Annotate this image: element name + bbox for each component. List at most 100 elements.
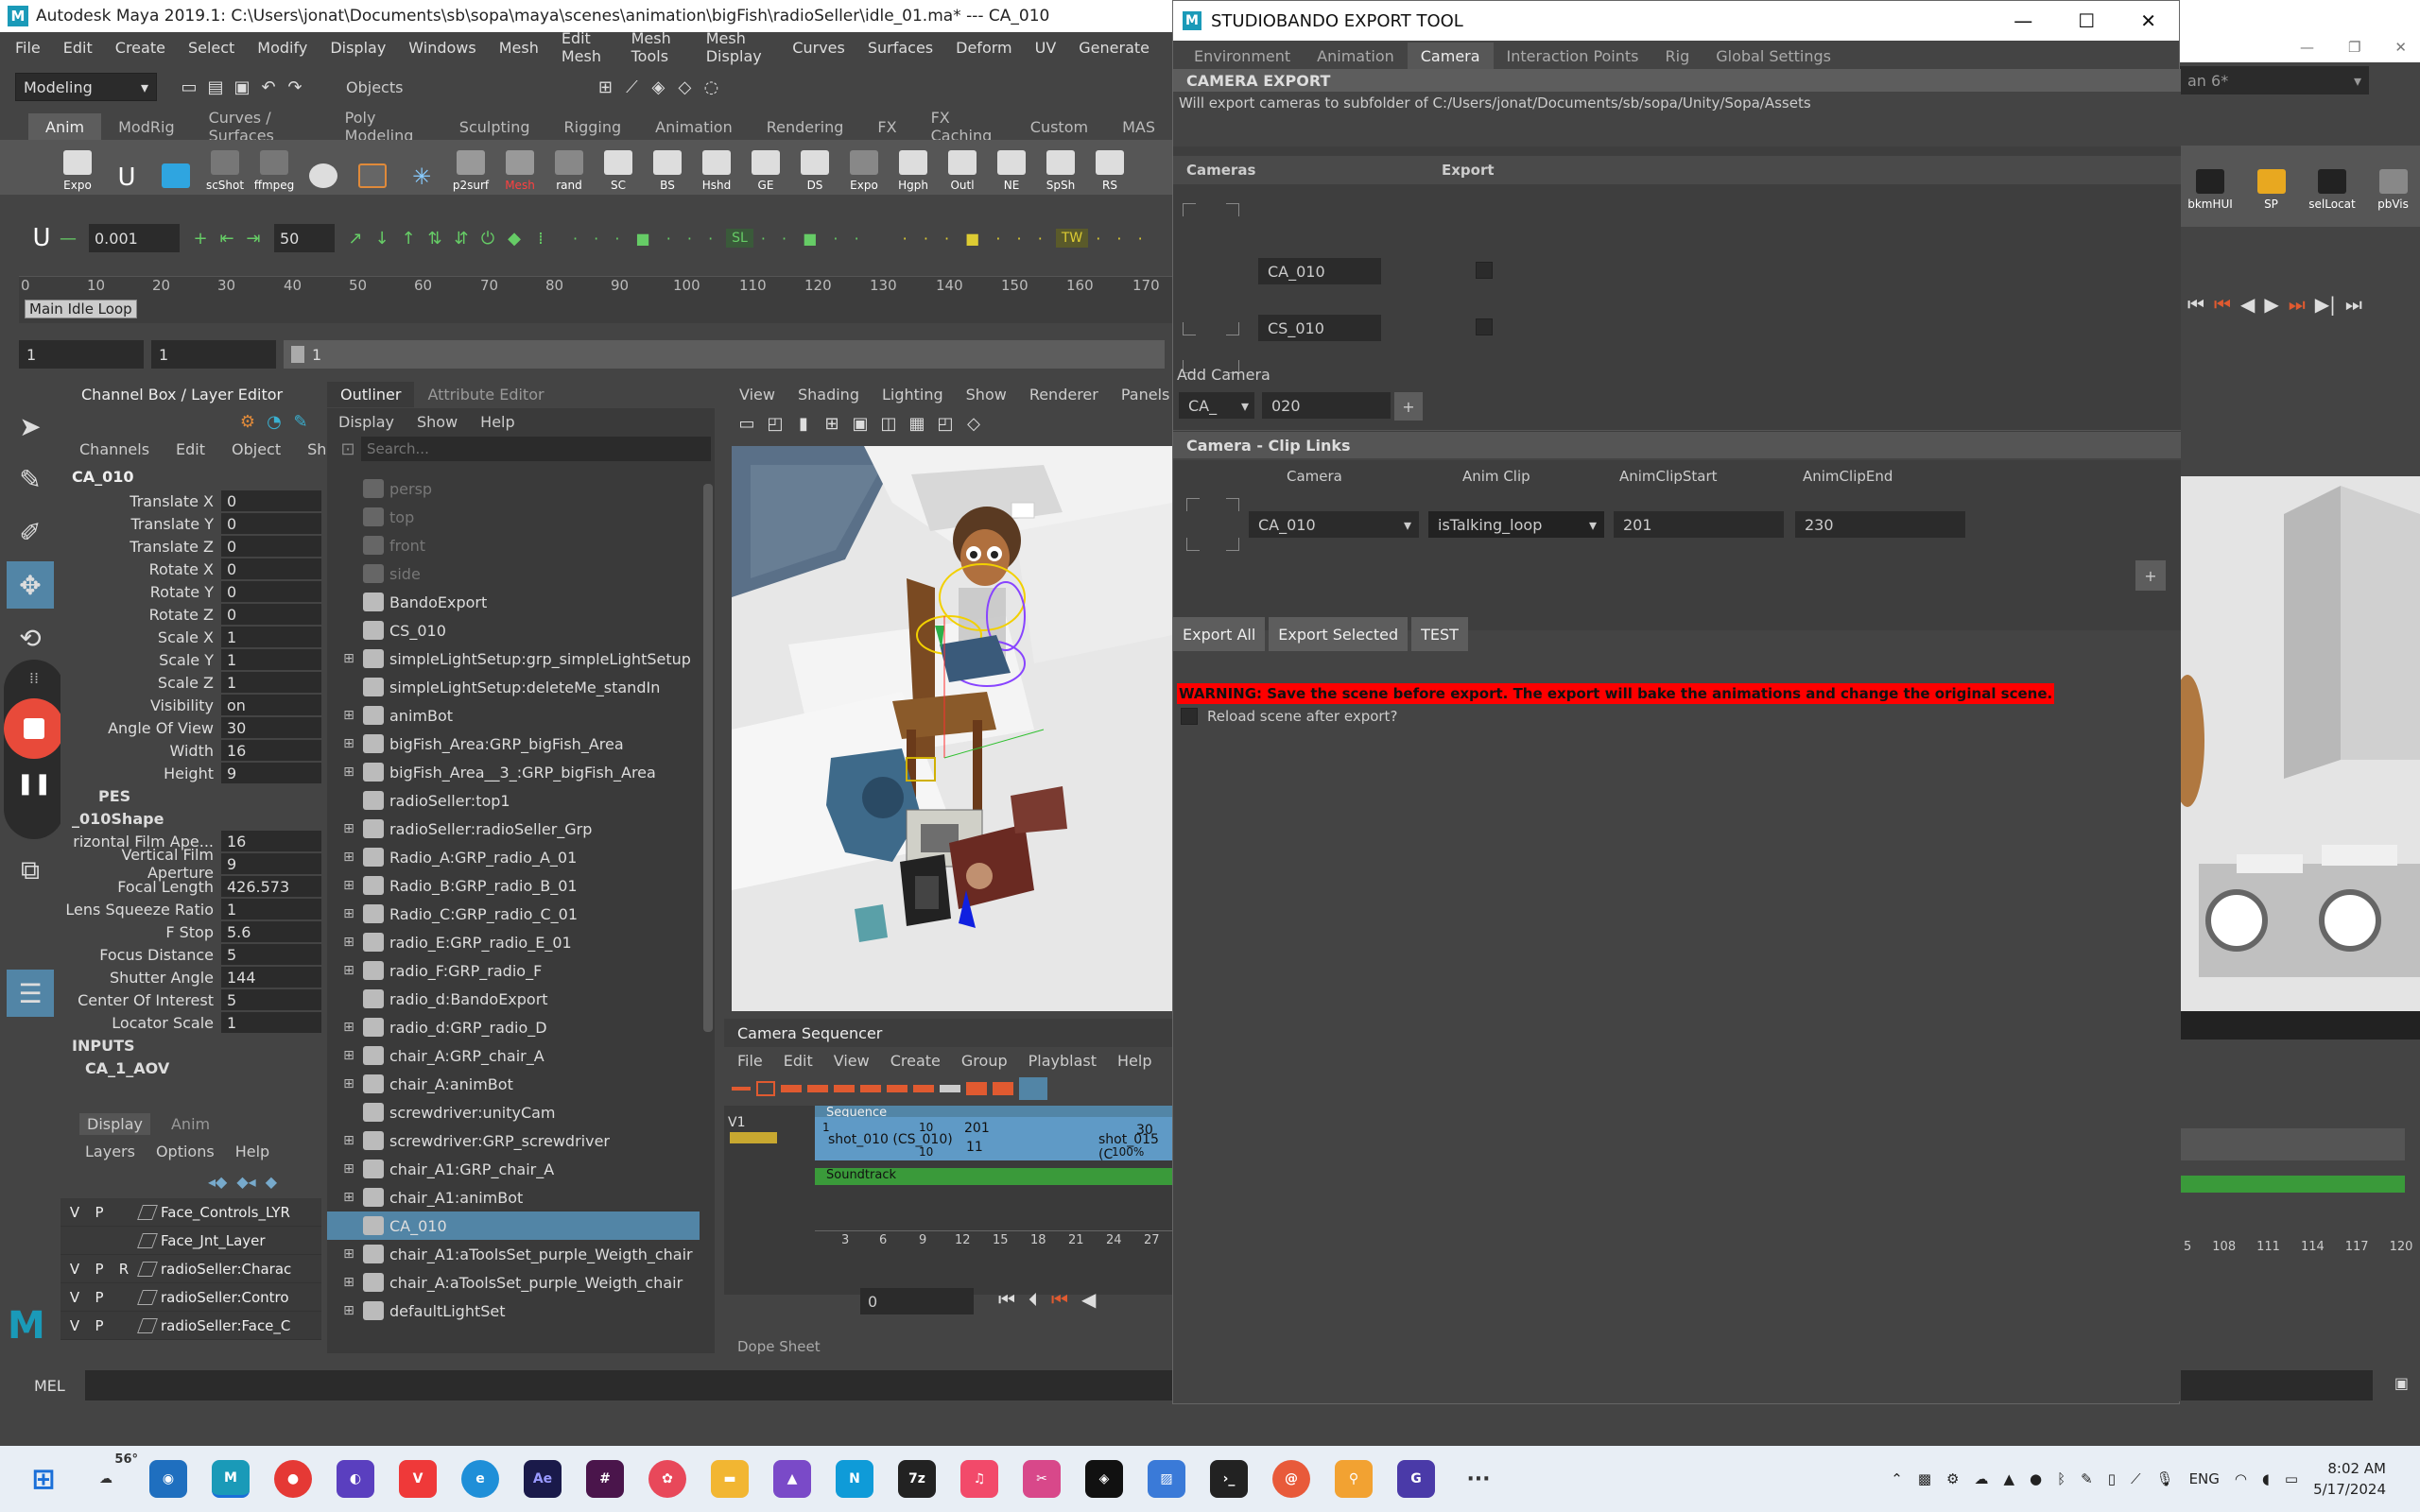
shelf-button-expo[interactable]: Expo — [57, 143, 98, 192]
next-key-icon[interactable]: ⏭ — [2289, 293, 2306, 316]
camera-row-handle[interactable] — [1183, 203, 1239, 260]
expand-icon[interactable]: ⊞ — [340, 935, 357, 950]
channel-value[interactable]: 16 — [221, 831, 321, 851]
reload-checkbox[interactable] — [1181, 708, 1198, 725]
shape-channel-row[interactable]: Locator Scale 1 — [60, 1011, 321, 1034]
channel-value[interactable]: 1 — [221, 672, 321, 693]
drag-icon[interactable]: ⁞⁞ — [4, 669, 64, 687]
expand-icon[interactable]: ⊞ — [340, 1246, 357, 1262]
save-scene-icon[interactable]: ▣ — [229, 74, 255, 100]
camera-name-field[interactable]: CA_010 — [1258, 258, 1381, 284]
7zip-icon[interactable]: 7z — [898, 1460, 936, 1498]
filter-icon[interactable]: ⊡ — [335, 436, 361, 462]
channel-row[interactable]: Visibility on — [60, 694, 321, 716]
shelf-button-outl[interactable]: Outl — [942, 143, 983, 192]
layer-color-icon[interactable] — [137, 1204, 158, 1220]
tray-app-icon[interactable]: ⚙ — [1946, 1470, 1959, 1487]
clip-camera-dropdown[interactable]: CA_010 ▾ — [1249, 511, 1419, 538]
outliner-scrollbar[interactable] — [701, 474, 715, 1325]
seq-tool-icon[interactable] — [732, 1087, 751, 1091]
expand-icon[interactable]: ⊞ — [340, 1048, 357, 1063]
add-camera-button[interactable]: + — [1394, 392, 1423, 421]
menu-file[interactable]: File — [737, 1052, 763, 1070]
start-icon[interactable]: ⊞ — [25, 1460, 62, 1498]
menu-renderer[interactable]: Renderer — [1029, 386, 1098, 404]
maya-app-icon[interactable]: M — [212, 1460, 250, 1498]
menu-layers[interactable]: Layers — [85, 1143, 135, 1160]
shelf-button-rand[interactable]: rand — [548, 143, 590, 192]
tw-button[interactable]: TW — [1055, 229, 1089, 248]
play-icon[interactable]: ▶ — [2264, 293, 2278, 316]
bookmark-icon[interactable]: ▮ — [790, 410, 817, 437]
range-start-input[interactable]: 1 — [19, 340, 144, 369]
step-input-2[interactable]: 50 — [274, 224, 335, 252]
tab-animation[interactable]: Animation — [1304, 43, 1408, 69]
sequencer-timeline[interactable]: V1 Sequence 1 shot_010 (CS_010) 10 10 20… — [724, 1106, 1172, 1295]
camera-row-handle[interactable] — [1183, 279, 1239, 335]
expand-icon[interactable]: ⊞ — [340, 1303, 357, 1318]
shelf-button-p2surf[interactable]: p2surf — [450, 143, 492, 192]
menu-lighting[interactable]: Lighting — [882, 386, 943, 404]
channel-value[interactable]: 9 — [221, 763, 321, 783]
drive-icon[interactable]: ▲ — [2004, 1470, 2015, 1487]
shelf-tab-poly[interactable]: Poly Modeling — [328, 109, 442, 145]
open-scene-icon[interactable]: ▤ — [202, 74, 229, 100]
wifi-icon[interactable]: ◠ — [2235, 1470, 2247, 1487]
layer-up-icon[interactable]: ◂◆ — [208, 1173, 227, 1191]
go-to-end-icon[interactable]: ⏭ — [2345, 293, 2362, 316]
volume-icon[interactable]: ◖ — [2262, 1470, 2270, 1487]
camera-name-field[interactable]: CS_010 — [1258, 315, 1381, 341]
outliner-item[interactable]: ⊞ screwdriver:GRP_screwdriver — [327, 1126, 700, 1155]
photos-icon[interactable]: ▨ — [1148, 1460, 1185, 1498]
seq-tool-icon[interactable] — [860, 1085, 881, 1092]
outliner-layout-icon[interactable]: ☰ — [7, 970, 54, 1017]
film-gate-icon[interactable]: ▣ — [847, 410, 873, 437]
app-icon[interactable]: ✿ — [648, 1460, 686, 1498]
seq-tool-icon[interactable] — [807, 1085, 828, 1092]
channel-value[interactable]: 5.6 — [221, 921, 321, 942]
shelf-button-mesh[interactable]: Mesh — [499, 143, 541, 192]
resolution-gate-icon[interactable]: ◫ — [875, 410, 902, 437]
menu-create[interactable]: Create — [890, 1052, 941, 1070]
new-layer-icon[interactable]: ◆ — [266, 1173, 277, 1191]
menu-edit-mesh[interactable]: Edit Mesh — [562, 29, 609, 65]
layer-v-toggle[interactable]: V — [64, 1289, 85, 1306]
step-back-icon[interactable]: ⏴ — [1028, 1288, 1038, 1311]
shelf-tab-custom[interactable]: Custom — [1013, 113, 1105, 140]
expand-icon[interactable]: ⊞ — [340, 850, 357, 865]
outliner-item[interactable]: persp — [327, 474, 700, 503]
safe-action-icon[interactable]: ◰ — [932, 410, 959, 437]
tab-rig[interactable]: Rig — [1652, 43, 1703, 69]
snipping-icon[interactable]: ✂ — [1023, 1460, 1061, 1498]
seq-tool-icon[interactable] — [834, 1085, 855, 1092]
outliner-item[interactable]: ⊞ chair_A1:animBot — [327, 1183, 700, 1211]
layer-v-toggle[interactable]: V — [64, 1261, 85, 1278]
shelf-button-spsh[interactable]: SpSh — [1040, 143, 1081, 192]
menu-playblast[interactable]: Playblast — [1028, 1052, 1097, 1070]
shelf-tab-fx[interactable]: FX — [860, 113, 913, 140]
shelf-button-expo2[interactable]: Expo — [843, 143, 885, 192]
outliner-item[interactable]: ⊞ chair_A:aToolsSet_purple_Weigth_chair — [327, 1268, 700, 1297]
seq-tool-icon[interactable] — [940, 1085, 960, 1092]
menu-edit[interactable]: Edit — [784, 1052, 813, 1070]
menu-mesh-tools[interactable]: Mesh Tools — [631, 29, 683, 65]
seq-tool-icon[interactable] — [1019, 1077, 1047, 1100]
shelf-button-sp[interactable]: SP — [2252, 162, 2290, 211]
expand-icon[interactable]: ⊞ — [340, 1076, 357, 1091]
channel-value[interactable]: 0 — [221, 536, 321, 557]
menu-edit[interactable]: Edit — [176, 440, 205, 458]
shelf-tab-curves[interactable]: Curves / Surfaces — [192, 109, 328, 145]
vivaldi-icon[interactable]: V — [399, 1460, 437, 1498]
camera-attr-icon[interactable]: ◰ — [762, 410, 788, 437]
channel-value[interactable]: 1 — [221, 1012, 321, 1033]
outliner-item[interactable]: ⊞ Radio_A:GRP_radio_A_01 — [327, 843, 700, 871]
shelf-button-bs[interactable]: BS — [647, 143, 688, 192]
channel-row[interactable]: Height 9 — [60, 762, 321, 784]
onenote-icon[interactable]: N — [836, 1460, 873, 1498]
shelf-tab-rigging[interactable]: Rigging — [547, 113, 639, 140]
record-button[interactable] — [4, 698, 64, 759]
close-icon[interactable]: ✕ — [2394, 39, 2407, 56]
outliner-item[interactable]: ⊞ simpleLightSetup:grp_simpleLightSetup — [327, 644, 700, 673]
outliner-item[interactable]: CA_010 — [327, 1211, 700, 1240]
go-to-start-icon[interactable]: ⏮ — [2187, 293, 2204, 316]
